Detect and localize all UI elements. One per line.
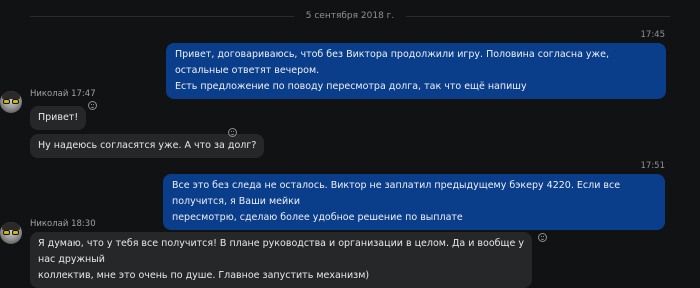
incoming-message[interactable]: Ну надеюсь согласятся уже. А что за долг… [30,134,265,158]
date-separator: 5 сентября 2018 г. [30,9,671,23]
message-line: Все это без следа не осталось. Виктор не… [172,180,621,207]
date-label: 5 сентября 2018 г. [305,11,395,21]
divider [406,15,671,17]
message-line: Есть предложение по поводу пересмотра до… [175,81,527,92]
message-line: Привет, договариваюсь, чтоб без Виктора … [175,49,609,76]
avatar[interactable] [0,222,22,244]
emoji-smile-icon[interactable] [228,128,237,137]
incoming-message[interactable]: Я думаю, что у тебя все получится! В пла… [30,232,532,288]
outgoing-message[interactable]: Все это без следа не осталось. Виктор не… [163,174,665,230]
message-line: пересмотрю, сделаю более удобное решение… [172,212,463,223]
emoji-smile-icon[interactable] [88,101,97,110]
message-time: 17:45 [640,30,666,40]
message-line: Я думаю, что у тебя все получится! В пла… [38,238,524,265]
sender-name: Николай 18:30 [30,219,96,229]
incoming-message[interactable]: Привет! [30,106,87,130]
divider [30,15,294,17]
sender-name: Николай 17:47 [30,89,96,99]
outgoing-message[interactable]: Привет, договариваюсь, чтоб без Виктора … [166,43,666,99]
avatar[interactable] [0,91,22,113]
message-time: 17:51 [640,161,666,171]
message-line: коллектив, мне это очень по душе. Главно… [38,270,370,281]
message-text: Привет! [38,112,79,123]
emoji-smile-icon[interactable] [538,233,547,242]
message-text: Ну надеюсь согласятся уже. А что за долг… [38,140,257,151]
